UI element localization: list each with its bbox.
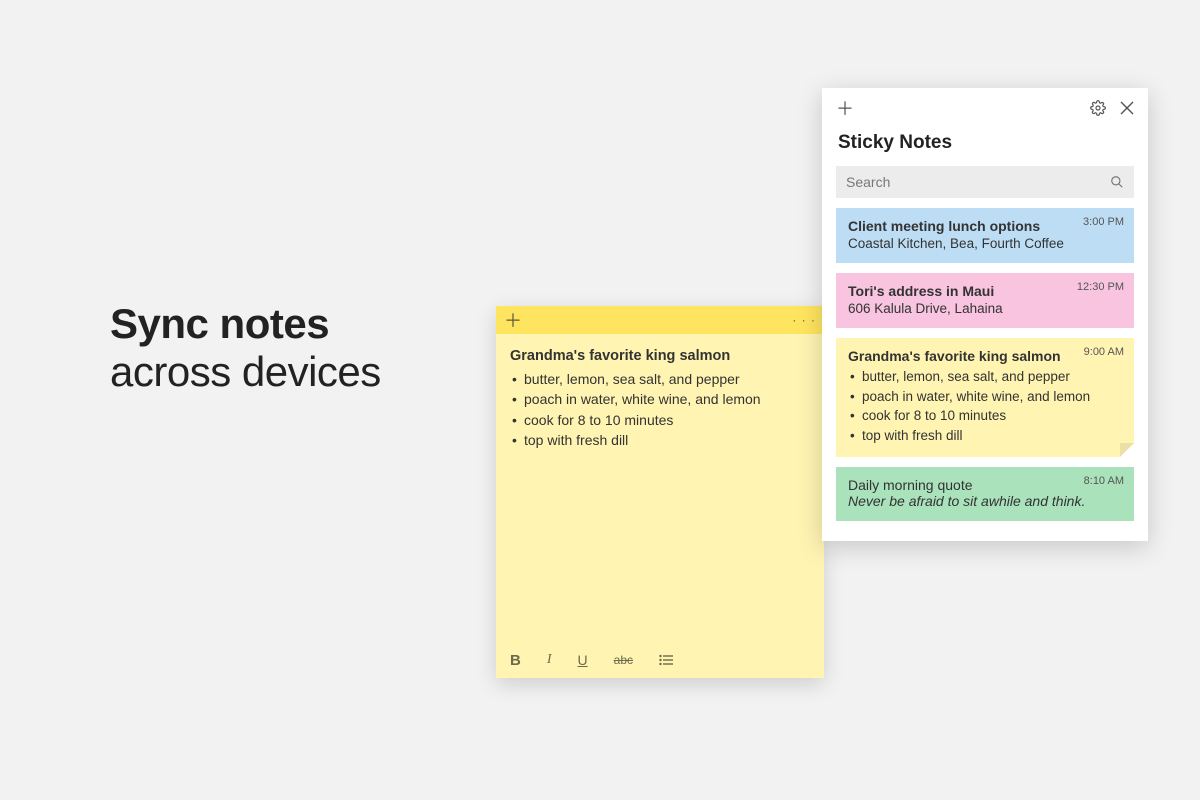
panel-title: Sticky Notes: [830, 122, 1140, 166]
note-card-quote: Never be afraid to sit awhile and think.: [848, 493, 1122, 509]
list-item: cook for 8 to 10 minutes: [510, 410, 810, 430]
note-card[interactable]: 12:30 PM Tori's address in Maui 606 Kalu…: [836, 273, 1134, 328]
list-item: poach in water, white wine, and lemon: [510, 389, 810, 409]
marketing-tagline: Sync notes across devices: [110, 300, 381, 396]
note-card-title: Client meeting lunch options: [848, 218, 1122, 234]
list-item: butter, lemon, sea salt, and pepper: [848, 367, 1122, 387]
note-card-list: butter, lemon, sea salt, and pepper poac…: [848, 367, 1122, 445]
note-editor-titlebar: ＋ · · ·: [496, 306, 824, 334]
search-icon: [1110, 175, 1124, 189]
tagline-line-2: across devices: [110, 348, 381, 396]
note-time: 9:00 AM: [1084, 346, 1124, 358]
note-card-subtitle: 606 Kalula Drive, Lahaina: [848, 301, 1122, 316]
note-card[interactable]: 9:00 AM Grandma's favorite king salmon b…: [836, 338, 1134, 457]
italic-button[interactable]: I: [547, 652, 552, 668]
tagline-line-1: Sync notes: [110, 300, 381, 348]
note-time: 8:10 AM: [1084, 475, 1124, 487]
search-input[interactable]: [846, 174, 1110, 190]
note-editor-window: ＋ · · · Grandma's favorite king salmon b…: [496, 306, 824, 678]
note-card[interactable]: 8:10 AM Daily morning quote Never be afr…: [836, 467, 1134, 521]
close-icon: [1120, 101, 1134, 115]
list-item: butter, lemon, sea salt, and pepper: [510, 369, 810, 389]
note-time: 3:00 PM: [1083, 216, 1124, 228]
panel-chrome: ＋: [830, 98, 1140, 122]
note-card-title: Daily morning quote: [848, 477, 1122, 493]
underline-button[interactable]: U: [578, 652, 588, 668]
note-title: Grandma's favorite king salmon: [510, 348, 810, 364]
note-card[interactable]: 3:00 PM Client meeting lunch options Coa…: [836, 208, 1134, 263]
list-item: top with fresh dill: [510, 430, 810, 450]
ellipsis-icon[interactable]: · · ·: [792, 313, 816, 327]
close-button[interactable]: [1120, 101, 1134, 115]
gear-icon: [1090, 100, 1106, 116]
bold-button[interactable]: B: [510, 652, 521, 669]
list-item: top with fresh dill: [848, 426, 1122, 446]
note-card-title: Grandma's favorite king salmon: [848, 348, 1122, 364]
plus-icon[interactable]: ＋: [836, 95, 854, 121]
bullet-list-icon: [659, 654, 673, 666]
note-time: 12:30 PM: [1077, 281, 1124, 293]
formatting-toolbar: B I U abc: [496, 642, 824, 678]
note-card-subtitle: Coastal Kitchen, Bea, Fourth Coffee: [848, 236, 1122, 251]
list-item: poach in water, white wine, and lemon: [848, 387, 1122, 407]
sticky-notes-panel: ＋ Sticky Notes 3:00 PM Client meeting lu…: [822, 88, 1148, 541]
list-item: cook for 8 to 10 minutes: [848, 406, 1122, 426]
plus-icon[interactable]: ＋: [504, 307, 522, 333]
note-editor-body[interactable]: Grandma's favorite king salmon butter, l…: [496, 334, 824, 642]
strikethrough-button[interactable]: abc: [614, 653, 633, 667]
settings-button[interactable]: [1090, 100, 1106, 116]
search-field[interactable]: [836, 166, 1134, 198]
bullet-list-button[interactable]: [659, 654, 673, 666]
note-bullet-list: butter, lemon, sea salt, and pepper poac…: [510, 369, 810, 450]
